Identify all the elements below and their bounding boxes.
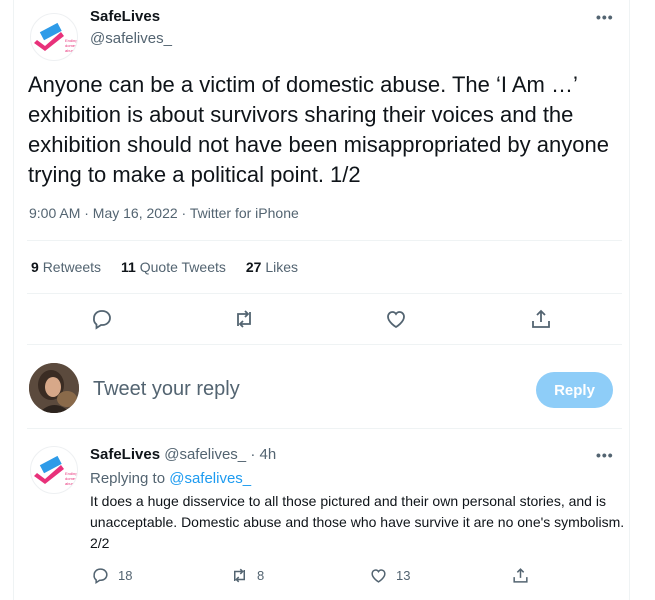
reply-share[interactable]	[511, 566, 530, 585]
reply-text: It does a huge disservice to all those p…	[90, 493, 625, 551]
author-name[interactable]: SafeLives	[90, 8, 160, 25]
reply-replies[interactable]: 18	[91, 566, 132, 585]
svg-text:abuse: abuse	[65, 48, 77, 53]
reply-likes[interactable]: 13	[369, 566, 410, 585]
reply-author-name[interactable]: SafeLives	[90, 446, 160, 463]
tweet-text: Anyone can be a victim of domestic abuse…	[28, 72, 609, 187]
reply-header: SafeLives @safelives_ · 4h	[90, 446, 276, 463]
like-icon	[371, 569, 386, 583]
like-icon[interactable]	[384, 307, 408, 331]
retweet-icon	[233, 568, 246, 583]
safelives-logo[interactable]: Ending domestic abuse	[30, 13, 78, 61]
divider	[27, 293, 622, 294]
tweet-meta[interactable]: 9:00 AM · May 16, 2022 · Twitter for iPh…	[29, 205, 299, 221]
reply-icon	[93, 568, 108, 585]
safelives-logo[interactable]: Ending domestic abuse	[30, 446, 78, 494]
svg-text:abuse: abuse	[65, 481, 77, 486]
reply-author-handle[interactable]: @safelives_	[164, 446, 246, 463]
retweet-icon[interactable]	[232, 307, 256, 331]
more-options-icon[interactable]: •••	[596, 447, 614, 463]
reply-icon[interactable]	[90, 307, 114, 331]
divider	[27, 428, 622, 429]
tweet-stats: 9 Retweets 11 Quote Tweets 27 Likes	[31, 259, 298, 275]
quote-tweets-stat[interactable]: 11 Quote Tweets	[121, 259, 226, 275]
likes-stat[interactable]: 27 Likes	[246, 259, 298, 275]
reply-retweets[interactable]: 8	[230, 566, 264, 585]
user-avatar[interactable]	[29, 363, 79, 413]
divider	[27, 240, 622, 241]
more-options-icon[interactable]: •••	[596, 9, 614, 25]
replying-to-handle[interactable]: @safelives_	[169, 470, 251, 487]
retweets-stat[interactable]: 9 Retweets	[31, 259, 101, 275]
author-handle[interactable]: @safelives_	[90, 30, 172, 47]
share-icon	[513, 568, 528, 583]
reply-time[interactable]: · 4h	[250, 446, 276, 463]
reply-button[interactable]: Reply	[536, 372, 613, 408]
share-icon[interactable]	[529, 307, 553, 331]
reply-input[interactable]: Tweet your reply	[93, 378, 240, 401]
divider	[27, 344, 622, 345]
replying-to: Replying to @safelives_	[90, 470, 252, 487]
